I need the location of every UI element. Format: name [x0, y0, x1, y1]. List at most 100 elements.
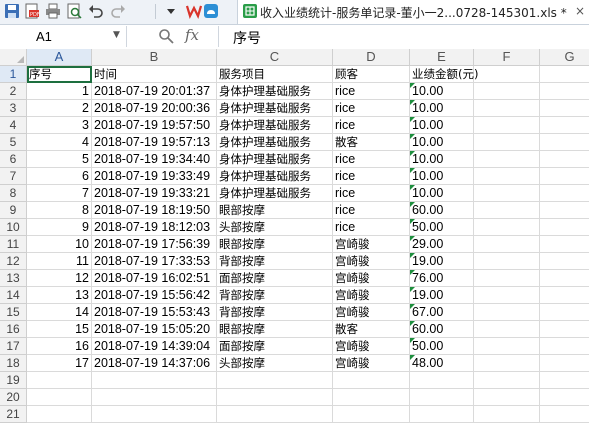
active-cell-a1[interactable]: 序号 [27, 66, 92, 83]
grid-cell[interactable] [333, 372, 410, 389]
grid-cell[interactable] [474, 202, 540, 219]
grid-cell[interactable] [474, 134, 540, 151]
cell-customer[interactable]: 宫崎骏 [333, 287, 410, 304]
cell-amount[interactable]: 48.00 [410, 355, 474, 372]
row-header[interactable]: 17 [0, 338, 27, 355]
grid-cell[interactable] [540, 117, 589, 134]
grid-cell[interactable] [474, 117, 540, 134]
cell-time[interactable]: 2018-07-19 15:53:43 [92, 304, 217, 321]
cell-seq-no[interactable]: 16 [27, 338, 92, 355]
row-header[interactable]: 5 [0, 134, 27, 151]
cell-customer[interactable]: rice [333, 151, 410, 168]
cell-service-item[interactable]: 背部按摩 [217, 304, 333, 321]
name-box[interactable]: A1 ▼ [0, 26, 127, 47]
column-header-e[interactable]: E [410, 49, 474, 66]
cell-customer[interactable]: 宫崎骏 [333, 304, 410, 321]
cell-customer[interactable]: rice [333, 219, 410, 236]
cell-amount[interactable]: 10.00 [410, 151, 474, 168]
close-tab-button[interactable]: × [575, 4, 585, 18]
select-all-button[interactable] [0, 49, 27, 66]
cell-amount[interactable]: 10.00 [410, 168, 474, 185]
grid-cell[interactable] [217, 372, 333, 389]
grid-cell[interactable] [474, 321, 540, 338]
grid-cell[interactable] [540, 219, 589, 236]
document-tab[interactable]: 收入业绩统计-服务单记录-董小一2...0728-145301.xls * × [237, 0, 589, 24]
row-header[interactable]: 19 [0, 372, 27, 389]
column-header-b[interactable]: B [92, 49, 217, 66]
row-header[interactable]: 10 [0, 219, 27, 236]
cell-service-item[interactable]: 身体护理基础服务 [217, 100, 333, 117]
cell-customer[interactable]: 宫崎骏 [333, 236, 410, 253]
grid-cell[interactable] [474, 287, 540, 304]
row-header[interactable]: 11 [0, 236, 27, 253]
cell-amount[interactable]: 67.00 [410, 304, 474, 321]
cell-service-item[interactable]: 身体护理基础服务 [217, 134, 333, 151]
cell-amount[interactable]: 50.00 [410, 338, 474, 355]
cell-customer[interactable]: rice [333, 100, 410, 117]
row-header[interactable]: 2 [0, 83, 27, 100]
cell-customer[interactable]: rice [333, 83, 410, 100]
grid-cell[interactable] [410, 372, 474, 389]
grid-cell[interactable] [540, 355, 589, 372]
cell-service-item[interactable]: 背部按摩 [217, 287, 333, 304]
cell-seq-no[interactable]: 10 [27, 236, 92, 253]
cell-service-item[interactable]: 背部按摩 [217, 253, 333, 270]
cell-amount[interactable]: 76.00 [410, 270, 474, 287]
grid-cell[interactable] [474, 100, 540, 117]
grid-cell[interactable] [540, 321, 589, 338]
cell-amount[interactable]: 10.00 [410, 185, 474, 202]
row-header[interactable]: 4 [0, 117, 27, 134]
cell-time[interactable]: 2018-07-19 15:56:42 [92, 287, 217, 304]
cell-seq-no[interactable]: 1 [27, 83, 92, 100]
grid-cell[interactable] [540, 151, 589, 168]
header-cell[interactable]: 服务项目 [217, 66, 333, 83]
cell-customer[interactable]: 宫崎骏 [333, 338, 410, 355]
grid-cell[interactable] [474, 236, 540, 253]
grid-cell[interactable] [92, 389, 217, 406]
grid-cell[interactable] [474, 304, 540, 321]
row-header[interactable]: 8 [0, 185, 27, 202]
cell-time[interactable]: 2018-07-19 20:01:37 [92, 83, 217, 100]
cell-service-item[interactable]: 身体护理基础服务 [217, 117, 333, 134]
formula-input[interactable]: 序号 [218, 26, 589, 47]
wps-logo-icon[interactable] [185, 3, 203, 19]
column-header-a[interactable]: A [27, 49, 92, 66]
cell-seq-no[interactable]: 2 [27, 100, 92, 117]
grid-cell[interactable] [474, 355, 540, 372]
save-icon[interactable] [4, 3, 20, 19]
cell-amount[interactable]: 50.00 [410, 219, 474, 236]
cell-seq-no[interactable]: 13 [27, 287, 92, 304]
cell-service-item[interactable]: 身体护理基础服务 [217, 151, 333, 168]
cell-amount[interactable]: 60.00 [410, 202, 474, 219]
cell-seq-no[interactable]: 5 [27, 151, 92, 168]
grid-cell[interactable] [27, 389, 92, 406]
grid-cell[interactable] [540, 236, 589, 253]
grid-cell[interactable] [333, 389, 410, 406]
grid-cell[interactable] [540, 287, 589, 304]
grid-cell[interactable] [540, 185, 589, 202]
grid-cell[interactable] [27, 372, 92, 389]
cell-amount[interactable]: 19.00 [410, 253, 474, 270]
dropdown-icon[interactable] [163, 3, 179, 19]
grid-cell[interactable] [217, 389, 333, 406]
column-header-c[interactable]: C [217, 49, 333, 66]
cell-service-item[interactable]: 面部按摩 [217, 270, 333, 287]
print-icon[interactable] [45, 3, 61, 19]
cell-time[interactable]: 2018-07-19 14:37:06 [92, 355, 217, 372]
cell-time[interactable]: 2018-07-19 15:05:20 [92, 321, 217, 338]
undo-icon[interactable] [88, 3, 104, 19]
row-header[interactable]: 9 [0, 202, 27, 219]
grid-cell[interactable] [474, 270, 540, 287]
grid-cell[interactable] [540, 202, 589, 219]
cell-service-item[interactable]: 眼部按摩 [217, 321, 333, 338]
grid-cell[interactable] [474, 253, 540, 270]
grid-cell[interactable] [474, 406, 540, 423]
row-header[interactable]: 21 [0, 406, 27, 423]
grid-cell[interactable] [540, 100, 589, 117]
cell-customer[interactable]: rice [333, 168, 410, 185]
cell-customer[interactable]: 散客 [333, 321, 410, 338]
cell-service-item[interactable]: 头部按摩 [217, 219, 333, 236]
cell-time[interactable]: 2018-07-19 18:12:03 [92, 219, 217, 236]
grid-cell[interactable] [217, 406, 333, 423]
cell-amount[interactable]: 29.00 [410, 236, 474, 253]
